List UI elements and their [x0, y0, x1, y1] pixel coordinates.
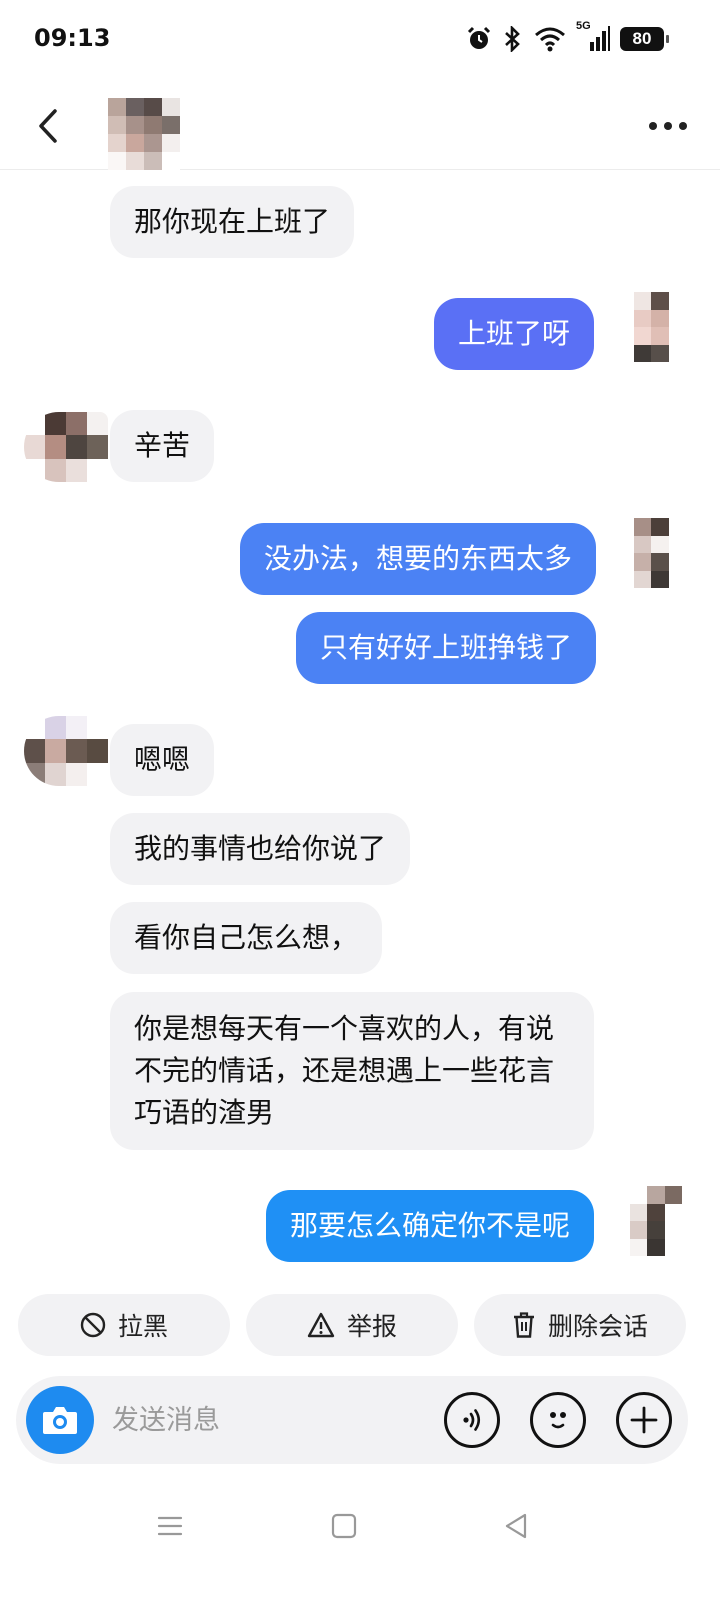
message-bubble-incoming[interactable]: 那你现在上班了 [110, 186, 355, 258]
block-label: 拉黑 [117, 1312, 168, 1341]
contact-message-avatar[interactable] [24, 412, 108, 482]
add-button[interactable] [616, 1392, 672, 1448]
cellular-signal-icon: 5G [576, 20, 610, 52]
warning-icon [307, 1312, 335, 1338]
voice-button[interactable] [444, 1392, 500, 1448]
chat-header [0, 88, 720, 170]
contact-name [196, 116, 448, 150]
bluetooth-icon [502, 26, 524, 52]
battery-icon: 80 [620, 27, 669, 51]
contact-avatar[interactable] [108, 98, 180, 170]
message-bubble-incoming[interactable]: 我的事情也给你说了 [110, 813, 411, 885]
wifi-icon [534, 26, 566, 52]
more-dot-icon [649, 122, 657, 130]
menu-icon [157, 1516, 183, 1536]
more-dot-icon [679, 122, 687, 130]
block-button[interactable]: 拉黑 [18, 1294, 230, 1356]
home-square-icon [331, 1513, 357, 1539]
battery-level: 80 [632, 29, 652, 48]
message-bubble-incoming[interactable]: 嗯嗯 [110, 724, 215, 796]
message-bubble-outgoing[interactable]: 那要怎么确定你不是呢 [265, 1190, 594, 1262]
alarm-icon [466, 26, 492, 52]
message-bubble-incoming[interactable]: 辛苦 [110, 410, 215, 482]
message-bubble-outgoing[interactable]: 上班了呀 [433, 298, 594, 370]
plus-icon [630, 1406, 658, 1434]
more-dot-icon [664, 122, 672, 130]
network-type-label: 5G [576, 20, 591, 32]
message-bubble-incoming[interactable]: 你是想每天有一个喜欢的人，有说不完的情话，还是想遇上一些花言巧语的渣男 [110, 992, 594, 1150]
my-avatar[interactable] [634, 292, 686, 362]
my-avatar[interactable] [634, 518, 686, 588]
contact-message-avatar[interactable] [24, 716, 108, 786]
emoji-button[interactable] [530, 1392, 586, 1448]
back-triangle-icon [505, 1513, 527, 1539]
camera-button[interactable] [26, 1386, 94, 1454]
status-icons: 5G 80 [466, 20, 669, 52]
report-button[interactable]: 举报 [246, 1294, 458, 1356]
block-icon [80, 1312, 106, 1338]
delete-label: 删除会话 [547, 1312, 648, 1341]
my-avatar[interactable] [630, 1186, 682, 1256]
message-bubble-outgoing[interactable]: 没办法，想要的东西太多 [239, 523, 596, 595]
voice-icon [463, 1409, 481, 1431]
home-nav-button[interactable] [326, 1508, 362, 1544]
delete-conversation-button[interactable]: 删除会话 [474, 1294, 686, 1356]
camera-icon [43, 1407, 77, 1434]
menu-nav-button[interactable] [152, 1508, 188, 1544]
status-time: 09:13 [34, 24, 111, 52]
message-bubble-incoming[interactable]: 看你自己怎么想， [110, 902, 383, 974]
message-input[interactable] [112, 1398, 412, 1442]
message-input-bar [16, 1376, 688, 1464]
more-options-button[interactable] [644, 110, 692, 142]
back-icon [39, 109, 57, 143]
trash-icon [513, 1312, 534, 1338]
status-bar: 09:13 5G 80 [0, 0, 720, 80]
message-bubble-outgoing[interactable]: 只有好好上班挣钱了 [295, 612, 596, 684]
emoji-icon [550, 1412, 566, 1429]
back-nav-button[interactable] [498, 1508, 534, 1544]
back-button[interactable] [26, 104, 70, 148]
report-label: 举报 [346, 1312, 397, 1341]
